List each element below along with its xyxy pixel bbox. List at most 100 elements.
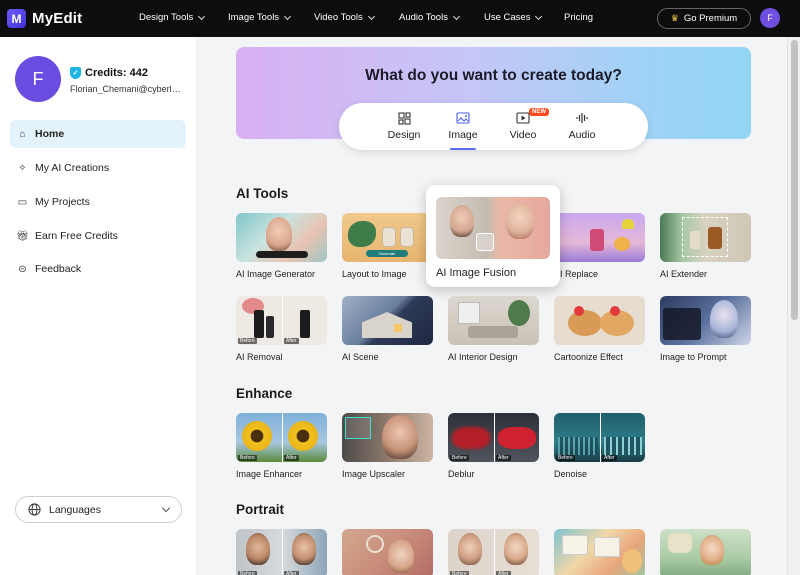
languages-button[interactable]: Languages bbox=[15, 496, 182, 523]
tool-card-ai-image-generator[interactable]: AI Image Generator bbox=[236, 213, 327, 279]
nav-label: Use Cases bbox=[484, 12, 531, 23]
hero-title: What do you want to create today? bbox=[365, 67, 622, 84]
languages-label: Languages bbox=[49, 503, 101, 516]
before-tag: Before bbox=[238, 455, 257, 461]
split-divider bbox=[281, 296, 283, 345]
tool-thumbnail: Before After bbox=[236, 413, 327, 462]
tool-card-ai-interior-design[interactable]: AI Interior Design bbox=[448, 296, 539, 362]
tool-thumbnail bbox=[342, 296, 433, 345]
tool-card-layout-to-image[interactable]: Generate Layout to Image bbox=[342, 213, 433, 279]
nav-image-tools[interactable]: Image Tools bbox=[228, 12, 292, 23]
tool-card-image-to-prompt[interactable]: Image to Prompt bbox=[660, 296, 751, 362]
chevron-down-icon bbox=[367, 12, 375, 20]
tool-thumbnail: Before After bbox=[448, 413, 539, 462]
top-nav: M MyEdit Design Tools Image Tools Video … bbox=[0, 0, 800, 37]
nav-label: Image Tools bbox=[228, 12, 280, 23]
nav-label: Design Tools bbox=[139, 12, 194, 23]
tab-audio[interactable]: Audio bbox=[557, 111, 607, 141]
credits-text: Credits: 442 bbox=[85, 67, 148, 79]
tool-thumbnail: Before After bbox=[554, 413, 645, 462]
tool-card-image-upscaler[interactable]: Image Upscaler bbox=[342, 413, 433, 479]
before-tag: Before bbox=[238, 571, 257, 575]
profile-avatar[interactable]: F bbox=[15, 56, 61, 102]
tool-label: AI Interior Design bbox=[448, 352, 518, 362]
tab-image[interactable]: Image bbox=[438, 111, 488, 141]
chevron-down-icon bbox=[284, 12, 292, 20]
nav-pricing[interactable]: Pricing bbox=[564, 12, 593, 23]
tool-card-image-enhancer[interactable]: Before After Image Enhancer bbox=[236, 413, 327, 479]
after-tag: After bbox=[284, 338, 299, 344]
chevron-down-icon bbox=[452, 12, 460, 20]
tool-thumbnail bbox=[436, 197, 550, 259]
chat-icon: ⊝ bbox=[18, 263, 27, 275]
section-title-ai-tools: AI Tools bbox=[236, 186, 289, 201]
tool-label: Cartoonize Effect bbox=[554, 352, 623, 362]
user-avatar[interactable]: F bbox=[760, 8, 780, 28]
go-premium-button[interactable]: ♛ Go Premium bbox=[657, 8, 751, 29]
after-tag: After bbox=[284, 571, 299, 575]
tab-design[interactable]: Design bbox=[379, 111, 429, 141]
design-icon bbox=[397, 111, 411, 125]
tool-label: Layout to Image bbox=[342, 269, 407, 279]
tab-label: Video bbox=[509, 129, 537, 141]
tool-thumbnail bbox=[554, 529, 645, 575]
tool-thumbnail bbox=[342, 413, 433, 462]
tool-label: AI Image Fusion bbox=[436, 267, 517, 279]
tool-thumbnail: Before After bbox=[236, 529, 327, 575]
logo[interactable]: M MyEdit bbox=[7, 9, 82, 28]
scrollbar-thumb[interactable] bbox=[791, 40, 798, 320]
sidebar-item-label: Earn Free Credits bbox=[35, 230, 118, 242]
user-email: Florian_Chemani@cyberlink.com bbox=[70, 84, 182, 94]
portrait-card-1[interactable]: Before After bbox=[236, 529, 327, 575]
folder-icon: ▭ bbox=[17, 196, 28, 208]
tool-label: Image to Prompt bbox=[660, 352, 727, 362]
nav-audio-tools[interactable]: Audio Tools bbox=[399, 12, 460, 23]
nav-video-tools[interactable]: Video Tools bbox=[314, 12, 375, 23]
tool-card-denoise[interactable]: Before After Denoise bbox=[554, 413, 645, 479]
sidebar-item-label: My Projects bbox=[35, 196, 90, 208]
shield-icon: ✓ bbox=[70, 67, 81, 79]
crown-icon: ♛ bbox=[670, 13, 679, 23]
sidebar: F ✓ Credits: 442 Florian_Chemani@cyberli… bbox=[0, 37, 197, 575]
tab-label: Audio bbox=[568, 129, 596, 141]
scrollbar[interactable] bbox=[787, 37, 800, 575]
sidebar-item-home[interactable]: ⌂ Home bbox=[10, 120, 186, 148]
sidebar-item-my-ai-creations[interactable]: ✧ My AI Creations bbox=[10, 154, 186, 182]
portrait-card-2[interactable] bbox=[342, 529, 433, 575]
split-divider bbox=[281, 529, 283, 575]
sidebar-item-feedback[interactable]: ⊝ Feedback bbox=[10, 255, 186, 283]
before-tag: Before bbox=[556, 455, 575, 461]
tool-label: Denoise bbox=[554, 469, 588, 479]
tool-card-ai-replace[interactable]: AI Replace bbox=[554, 213, 645, 279]
split-divider bbox=[599, 413, 601, 462]
nav-label: Video Tools bbox=[314, 12, 363, 23]
chevron-down-icon bbox=[535, 12, 543, 20]
sidebar-item-earn-free-credits[interactable]: 🎁︎ Earn Free Credits bbox=[10, 222, 186, 250]
section-title-portrait: Portrait bbox=[236, 502, 285, 517]
new-badge: NEW bbox=[529, 108, 549, 116]
nav-design-tools[interactable]: Design Tools bbox=[139, 12, 206, 23]
generate-chip: Generate bbox=[366, 250, 408, 257]
tool-card-ai-scene[interactable]: AI Scene bbox=[342, 296, 433, 362]
tool-card-ai-extender[interactable]: AI Extender bbox=[660, 213, 751, 279]
portrait-card-3[interactable]: Before After bbox=[448, 529, 539, 575]
nav-use-cases[interactable]: Use Cases bbox=[484, 12, 543, 23]
chevron-down-icon bbox=[198, 12, 206, 20]
tool-card-ai-removal[interactable]: Before After AI Removal bbox=[236, 296, 327, 362]
portrait-card-5[interactable] bbox=[660, 529, 751, 575]
sidebar-item-my-projects[interactable]: ▭ My Projects bbox=[10, 188, 186, 216]
tool-label: AI Removal bbox=[236, 352, 283, 362]
logo-text: MyEdit bbox=[32, 10, 83, 27]
before-tag: Before bbox=[450, 571, 469, 575]
tool-thumbnail: Generate bbox=[342, 213, 433, 262]
sidebar-item-label: Home bbox=[35, 128, 65, 140]
go-premium-label: Go Premium bbox=[683, 13, 738, 24]
tool-card-ai-image-fusion[interactable]: AI Image Fusion bbox=[426, 185, 560, 287]
portrait-card-4[interactable] bbox=[554, 529, 645, 575]
tab-label: Image bbox=[448, 129, 478, 141]
tool-card-deblur[interactable]: Before After Deblur bbox=[448, 413, 539, 479]
active-tab-indicator bbox=[450, 148, 476, 150]
tool-thumbnail bbox=[554, 213, 645, 262]
tool-card-cartoonize-effect[interactable]: Cartoonize Effect bbox=[554, 296, 645, 362]
image-icon bbox=[456, 111, 470, 125]
